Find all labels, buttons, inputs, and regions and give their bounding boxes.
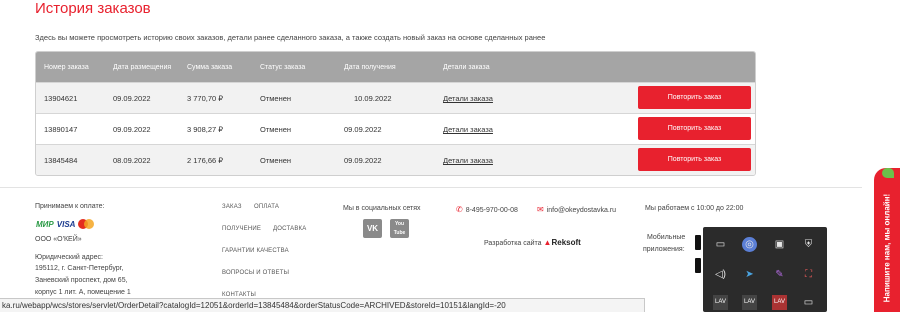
- received-date: 09.09.2022: [344, 125, 382, 134]
- footer-divider: [0, 187, 862, 188]
- lav-icon[interactable]: LAV: [713, 295, 728, 310]
- order-status: Отменен: [260, 94, 292, 103]
- legal-address-heading: Юридический адрес:: [35, 254, 103, 261]
- footer-link-receiving[interactable]: Получение: [222, 226, 261, 232]
- order-number: 13845484: [44, 156, 78, 165]
- order-status: Отменен: [260, 125, 292, 134]
- volume-icon[interactable]: ◁): [713, 267, 728, 282]
- system-tray-popup: ▭ ◎ ▣ ⛨ ◁) ➤ ✎ ⛶ LAV LAV LAV ▭: [703, 227, 827, 312]
- email-address: info@okeydostavka.ru: [546, 207, 617, 214]
- phone-contact[interactable]: ✆ 8-495-970-00-08: [456, 205, 518, 214]
- developer-label: Разработка сайта: [484, 240, 542, 247]
- order-status: Отменен: [260, 156, 292, 165]
- reksoft-logo: ▲Reksoft: [543, 238, 581, 247]
- lav-icon[interactable]: LAV: [742, 295, 757, 310]
- table-row: 13904621 09.09.2022 3 770,70 ₽ Отменен 1…: [36, 82, 755, 113]
- header-status: Статус заказа: [260, 64, 306, 71]
- header-received-date: Дата получения: [344, 64, 396, 71]
- repeat-order-button[interactable]: Повторить заказ: [638, 148, 751, 171]
- youtube-icon[interactable]: You Tube: [390, 219, 409, 238]
- app-store-badge[interactable]: [695, 235, 701, 250]
- table-row: 13890147 09.09.2022 3 908,27 ₽ Отменен 0…: [36, 113, 755, 144]
- repeat-order-button[interactable]: Повторить заказ: [638, 117, 751, 140]
- page-title: История заказов: [35, 0, 151, 17]
- placed-date: 08.09.2022: [113, 156, 151, 165]
- address-line: 195112, г. Санкт-Петербург,: [35, 265, 124, 272]
- intro-text: Здесь вы можете просмотреть историю свои…: [35, 33, 546, 42]
- header-placed-date: Дата размещения: [113, 64, 172, 71]
- battery-icon[interactable]: ▭: [713, 237, 728, 252]
- online-chat-tab[interactable]: Напишите нам, мы онлайн!: [874, 168, 900, 312]
- mobile-apps-label-2: приложения:: [643, 246, 685, 253]
- mobile-apps-label-1: Мобильные: [647, 234, 686, 241]
- lav-icon[interactable]: LAV: [772, 295, 787, 310]
- order-number: 13890147: [44, 125, 78, 134]
- mail-icon: ✉: [537, 205, 544, 214]
- working-hours: Мы работаем с 10:00 до 22:00: [645, 205, 744, 212]
- visa-logo: VISA: [56, 219, 76, 229]
- placed-date: 09.09.2022: [113, 125, 151, 134]
- footer-link-payment[interactable]: Оплата: [254, 204, 279, 210]
- orders-table-header: Номер заказа Дата размещения Сумма заказ…: [36, 52, 755, 82]
- order-number: 13904621: [44, 94, 78, 103]
- telegram-icon[interactable]: ➤: [742, 267, 757, 282]
- payment-logos: МИР VISA: [36, 219, 95, 229]
- status-bar-url: ka.ru/webapp/wcs/stores/servlet/OrderDet…: [0, 298, 645, 312]
- order-amount: 2 176,66 ₽: [187, 156, 224, 165]
- header-order-number: Номер заказа: [44, 64, 89, 71]
- display-icon[interactable]: ▭: [801, 295, 816, 310]
- company-name: ООО «О'КЕЙ»: [35, 236, 82, 243]
- orders-table: Номер заказа Дата размещения Сумма заказ…: [35, 51, 756, 176]
- google-play-badge[interactable]: [695, 258, 701, 273]
- screenshot-icon[interactable]: ⛶: [801, 267, 816, 282]
- developer-credit[interactable]: Разработка сайта ▲Reksoft: [484, 238, 581, 247]
- email-contact[interactable]: ✉ info@okeydostavka.ru: [537, 205, 616, 214]
- feather-icon[interactable]: ✎: [772, 267, 787, 282]
- footer-link-faq[interactable]: Вопросы и ответы: [222, 270, 289, 276]
- mastercard-icon: [78, 219, 95, 229]
- payment-heading: Принимаем к оплате:: [35, 203, 105, 210]
- shield-icon[interactable]: ⛨: [801, 237, 816, 252]
- vk-icon[interactable]: VK: [363, 219, 382, 238]
- header-amount: Сумма заказа: [187, 64, 233, 71]
- header-details: Детали заказа: [443, 64, 490, 71]
- footer-link-order[interactable]: Заказ: [222, 204, 242, 210]
- order-details-link[interactable]: Детали заказа: [443, 125, 493, 134]
- received-date: 09.09.2022: [344, 156, 382, 165]
- placed-date: 09.09.2022: [113, 94, 151, 103]
- network-globe-icon[interactable]: ◎: [742, 237, 757, 252]
- order-details-link[interactable]: Детали заказа: [443, 156, 493, 165]
- order-amount: 3 770,70 ₽: [187, 94, 224, 103]
- social-heading: Мы в социальных сетях: [343, 205, 421, 212]
- chat-tab-label: Напишите нам, мы онлайн!: [882, 193, 892, 303]
- phone-number: 8-495-970-00-08: [465, 207, 518, 214]
- leaf-icon: [882, 168, 894, 178]
- footer-link-warranty[interactable]: Гарантии качества: [222, 248, 289, 254]
- order-details-link[interactable]: Детали заказа: [443, 94, 493, 103]
- repeat-order-button[interactable]: Повторить заказ: [638, 86, 751, 109]
- screen-icon[interactable]: ▣: [772, 237, 787, 252]
- received-date: 10.09.2022: [354, 94, 392, 103]
- order-amount: 3 908,27 ₽: [187, 125, 224, 134]
- table-row: 13845484 08.09.2022 2 176,66 ₽ Отменен 0…: [36, 144, 755, 175]
- phone-icon: ✆: [456, 205, 463, 214]
- address-line: корпус 1 лит. А, помещение 1: [35, 289, 131, 296]
- mir-logo: МИР: [36, 219, 54, 229]
- footer-link-delivery[interactable]: Доставка: [273, 226, 306, 232]
- address-line: Заневский проспект, дом 65,: [35, 277, 128, 284]
